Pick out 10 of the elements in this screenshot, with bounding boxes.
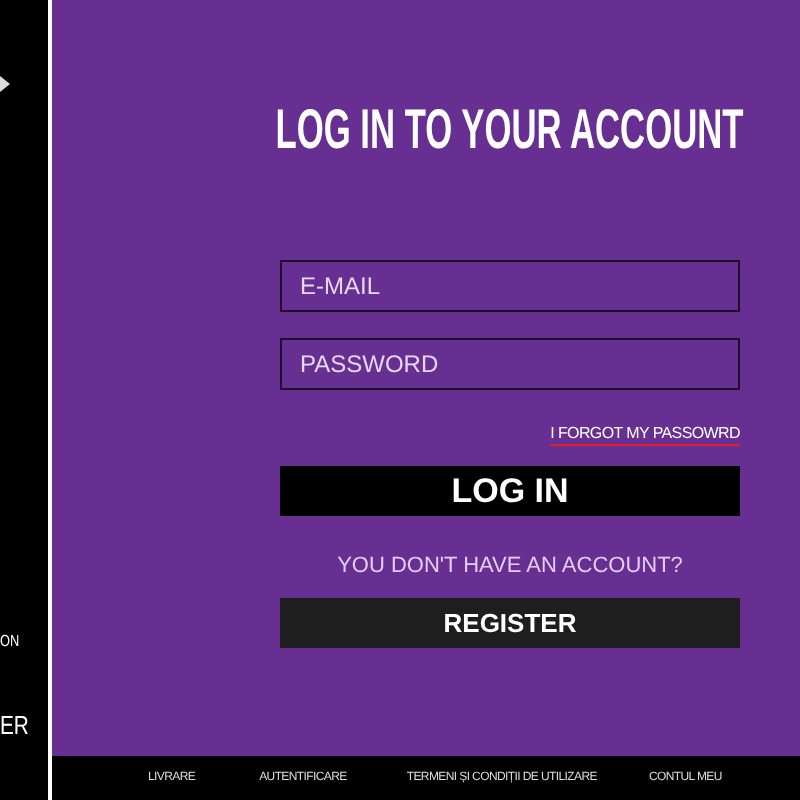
- page-title: LOG IN TO YOUR ACCOUNT: [275, 100, 745, 160]
- menu-item[interactable]: ER: [0, 710, 29, 740]
- register-button[interactable]: REGISTER: [280, 598, 740, 648]
- forgot-password-link[interactable]: I FORGOT MY PASSOWRD: [550, 424, 740, 446]
- login-button[interactable]: LOG IN: [280, 466, 740, 516]
- arrow-icon[interactable]: [0, 76, 10, 92]
- password-field[interactable]: PASSWORD: [280, 338, 740, 390]
- email-field[interactable]: E-MAIL: [280, 260, 740, 312]
- menu-item[interactable]: ON: [0, 632, 20, 650]
- no-account-text: YOU DON'T HAVE AN ACCOUNT?: [337, 552, 683, 580]
